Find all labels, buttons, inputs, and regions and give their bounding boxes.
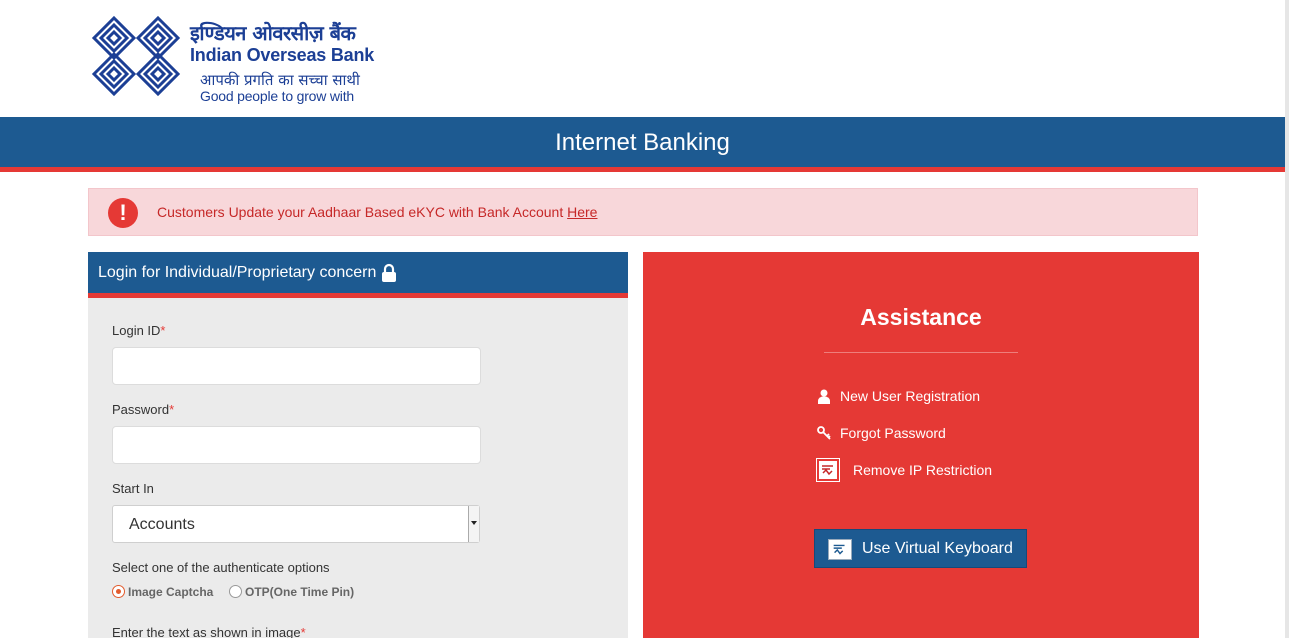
- login-panel: Login for Individual/Proprietary concern…: [88, 252, 628, 638]
- ekyc-alert: ! Customers Update your Aadhaar Based eK…: [88, 188, 1198, 236]
- logo-hindi-text: इण्डियन ओवरसीज़ बैंक: [190, 21, 356, 45]
- auth-option-label: OTP(One Time Pin): [245, 585, 355, 599]
- required-mark: *: [169, 402, 175, 417]
- forgot-password-link[interactable]: Forgot Password: [840, 425, 946, 441]
- user-icon: [818, 389, 830, 404]
- required-mark: *: [160, 323, 166, 338]
- start-in-label: Start In: [112, 481, 154, 496]
- radio-checked-icon[interactable]: [112, 585, 125, 598]
- login-id-label-text: Login ID: [112, 323, 161, 338]
- login-panel-title: Login for Individual/Proprietary concern: [98, 264, 377, 281]
- auth-option-otp[interactable]: OTP(One Time Pin): [229, 585, 354, 601]
- chevron-down-icon[interactable]: [468, 506, 479, 542]
- logo-tagline-english: Good people to grow with: [200, 88, 354, 104]
- virtual-keyboard-label: Use Virtual Keyboard: [862, 540, 1013, 557]
- assistance-panel: Assistance New User Registration Forgot …: [643, 252, 1199, 638]
- logo-tagline-hindi: आपकी प्रगति का सच्चा साथी: [200, 71, 360, 89]
- page-title: Internet Banking: [555, 129, 730, 156]
- alert-here-link[interactable]: Here: [567, 204, 597, 220]
- auth-option-label: Image Captcha: [128, 585, 214, 599]
- ip-restriction-icon: [816, 458, 840, 482]
- alert-message: Customers Update your Aadhaar Based eKYC…: [157, 204, 597, 220]
- assistance-divider: [824, 352, 1018, 353]
- auth-option-image-captcha[interactable]: Image Captcha: [112, 585, 213, 601]
- password-input[interactable]: [112, 426, 481, 464]
- bank-logo[interactable]: इण्डियन ओवरसीज़ बैंक Indian Overseas Ban…: [90, 8, 390, 108]
- login-id-label: Login ID*: [112, 323, 165, 338]
- radio-unchecked-icon[interactable]: [229, 585, 242, 598]
- page-scrollbar[interactable]: [1285, 0, 1289, 638]
- title-bar-accent-line: [0, 167, 1285, 172]
- lock-icon: [382, 263, 396, 282]
- page: इण्डियन ओवरसीज़ बैंक Indian Overseas Ban…: [0, 0, 1289, 638]
- start-in-select[interactable]: Accounts: [112, 505, 480, 543]
- remove-ip-restriction-link[interactable]: Remove IP Restriction: [853, 462, 992, 478]
- password-label-text: Password: [112, 402, 170, 417]
- login-header-accent-line: [88, 293, 628, 298]
- password-label: Password*: [112, 402, 174, 417]
- required-mark: *: [300, 625, 306, 638]
- auth-options-label: Select one of the authenticate options: [112, 560, 330, 575]
- virtual-keyboard-button[interactable]: Use Virtual Keyboard: [814, 529, 1027, 568]
- keyboard-icon: [828, 539, 852, 560]
- captcha-label: Enter the text as shown in image*: [112, 625, 306, 638]
- iob-logo-mark-icon: [91, 15, 181, 97]
- alert-text: Customers Update your Aadhaar Based eKYC…: [157, 204, 568, 220]
- captcha-label-text: Enter the text as shown in image: [112, 625, 301, 638]
- logo-english-text: Indian Overseas Bank: [190, 45, 375, 65]
- header: इण्डियन ओवरसीज़ बैंक Indian Overseas Ban…: [0, 0, 1285, 117]
- assistance-title: Assistance: [860, 304, 982, 330]
- key-icon: [817, 426, 831, 440]
- login-id-input[interactable]: [112, 347, 481, 385]
- new-user-registration-link[interactable]: New User Registration: [840, 388, 980, 404]
- login-panel-header: Login for Individual/Proprietary concern: [88, 252, 628, 293]
- title-bar: Internet Banking: [0, 117, 1285, 167]
- exclamation-icon: !: [108, 198, 138, 228]
- start-in-selected-value: Accounts: [129, 516, 195, 533]
